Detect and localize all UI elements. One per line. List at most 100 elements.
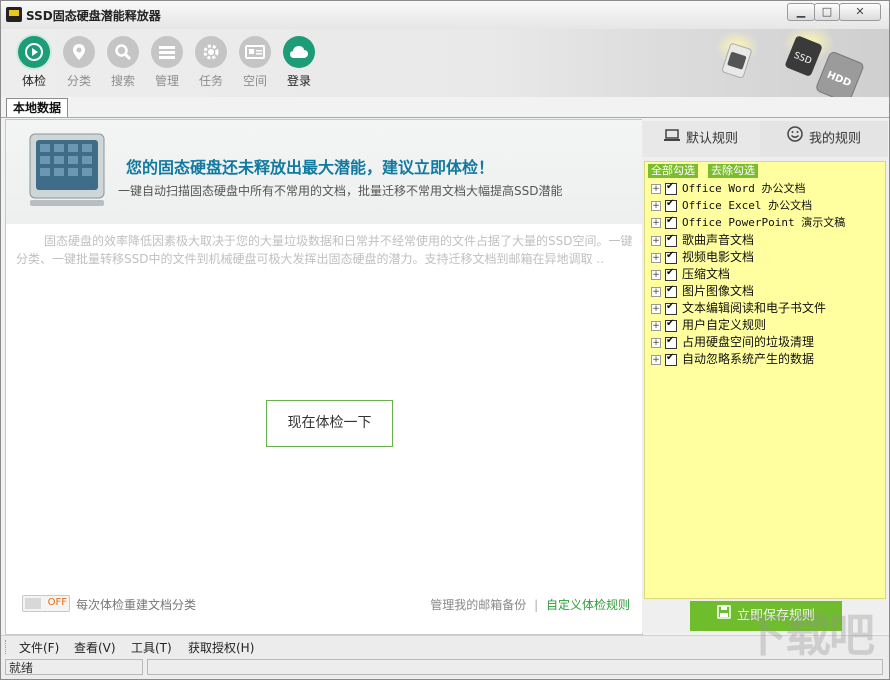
tab-default-label: 默认规则 <box>685 131 738 147</box>
custom-rules-link[interactable]: 自定义体检规则 <box>546 598 630 612</box>
rule-checkbox[interactable] <box>665 284 677 298</box>
rule-item[interactable]: + 自动忽略系统产生的数据 <box>651 350 814 366</box>
status-text: 就绪 <box>5 659 143 675</box>
toolbar-item-space[interactable]: 空间 <box>235 36 275 89</box>
ssd-hdd-header-art: SSD HDD <box>715 29 864 97</box>
rule-item[interactable]: + 占用硬盘空间的垃圾清理 <box>651 333 814 349</box>
toolbar-label: 登录 <box>286 74 311 88</box>
laptop-icon <box>663 121 680 157</box>
run-checkup-button[interactable]: 现在体检一下 <box>266 400 393 447</box>
toggle-label: 每次体检重建文档分类 <box>76 598 197 612</box>
rule-checkbox[interactable] <box>665 233 677 247</box>
rule-checkbox[interactable] <box>665 215 677 229</box>
link-separator: | <box>534 598 539 612</box>
deselect-all-button[interactable]: 去除勾选 <box>708 164 758 178</box>
maximize-button[interactable]: □ <box>814 3 840 21</box>
rule-checkbox[interactable] <box>665 301 677 315</box>
toolbar-label: 体检 <box>21 74 46 88</box>
menubar-grip <box>5 640 8 654</box>
rule-item[interactable]: + Office PowerPoint 演示文稿 <box>651 214 845 230</box>
expand-icon[interactable]: + <box>651 269 661 280</box>
rule-item[interactable]: + 图片图像文档 <box>651 282 754 298</box>
menu-file[interactable]: 文件(F) <box>19 639 59 656</box>
search-icon <box>107 36 139 68</box>
rule-label: Office PowerPoint 演示文稿 <box>682 216 846 229</box>
smiley-icon <box>787 121 803 157</box>
mail-backup-link[interactable]: 管理我的邮箱备份 <box>430 598 526 612</box>
rule-item[interactable]: + 压缩文档 <box>651 265 730 281</box>
rule-label: 图片图像文档 <box>682 284 755 298</box>
rules-panel: 默认规则 我的规则 全部勾选 去除勾选 + Office Word 办公文档 + O… <box>642 119 888 633</box>
rule-label: 视频电影文档 <box>682 250 755 264</box>
rule-checkbox[interactable] <box>665 352 677 366</box>
expand-icon[interactable]: + <box>651 337 661 348</box>
rule-checkbox[interactable] <box>665 181 677 195</box>
gear-icon <box>195 36 227 68</box>
expand-icon[interactable]: + <box>651 183 661 194</box>
toolbar-item-manage[interactable]: 管理 <box>147 36 187 89</box>
tab-divider <box>1 117 889 118</box>
toolbar-item-checkup[interactable]: 体检 <box>14 36 54 89</box>
toolbar-item-tasks[interactable]: 任务 <box>191 36 231 89</box>
rule-label: 占用硬盘空间的垃圾清理 <box>682 335 815 349</box>
rule-label: 自动忽略系统产生的数据 <box>682 352 815 366</box>
app-logo-icon <box>6 7 22 22</box>
cloud-icon <box>283 36 315 68</box>
expand-icon[interactable]: + <box>651 235 661 246</box>
toggle-knob <box>25 598 41 609</box>
menu-license[interactable]: 获取授权(H) <box>188 639 254 656</box>
rules-list: 全部勾选 去除勾选 + Office Word 办公文档 + Office Exce… <box>644 161 886 599</box>
expand-icon[interactable]: + <box>651 286 661 297</box>
banner-title: 您的固态硬盘还未释放出最大潜能，建议立即体检！ <box>126 158 495 177</box>
select-all-button[interactable]: 全部勾选 <box>648 164 698 178</box>
toolbar-item-search[interactable]: 搜索 <box>103 36 143 89</box>
expand-icon[interactable]: + <box>651 303 661 314</box>
rule-label: 压缩文档 <box>682 267 731 281</box>
expand-icon[interactable]: + <box>651 354 661 365</box>
rule-label: Office Excel 办公文档 <box>682 199 813 212</box>
menu-tools[interactable]: 工具(T) <box>131 639 172 656</box>
tab-default-rules[interactable]: 默认规则 <box>642 121 760 157</box>
main-toolbar: 体检 分类 搜索 管理 任务 空间 登录 SSD HDD <box>1 29 889 97</box>
play-icon <box>18 36 50 68</box>
rule-checkbox[interactable] <box>665 198 677 212</box>
expand-icon[interactable]: + <box>651 320 661 331</box>
minimize-button[interactable]: ▁ <box>787 3 815 21</box>
tab-my-rules[interactable]: 我的规则 <box>760 121 888 157</box>
description-text: 固态硬盘的效率降低因素极大取决于您的大量垃圾数据和日常并不经常使用的文件占据了大… <box>16 234 633 266</box>
rule-checkbox[interactable] <box>665 267 677 281</box>
rebuild-classification-toggle[interactable]: OFF <box>22 595 70 612</box>
rule-checkbox[interactable] <box>665 250 677 264</box>
toolbar-label: 管理 <box>154 74 179 88</box>
toggle-state: OFF <box>47 597 67 608</box>
watermark-logo: 下载吧 <box>741 608 875 662</box>
tab-mine-label: 我的规则 <box>808 131 861 147</box>
menu-view[interactable]: 查看(V) <box>74 639 116 656</box>
rule-item[interactable]: + Office Excel 办公文档 <box>651 197 812 213</box>
promo-banner: 您的固态硬盘还未释放出最大潜能，建议立即体检！ 一键自动扫描固态硬盘中所有不常用… <box>6 120 642 224</box>
tab-local-data[interactable]: 本地数据 <box>6 98 69 118</box>
rule-item[interactable]: + 用户自定义规则 <box>651 316 766 332</box>
rule-item[interactable]: + 歌曲声音文档 <box>651 231 754 247</box>
toolbar-label: 空间 <box>242 74 267 88</box>
toolbar-label: 搜索 <box>110 74 135 88</box>
window-title: SSD固态硬盘潜能释放器 <box>26 9 161 23</box>
rule-item[interactable]: + 文本编辑阅读和电子书文件 <box>651 299 826 315</box>
card-icon <box>239 36 271 68</box>
toolbar-item-classify[interactable]: 分类 <box>59 36 99 89</box>
app-window: SSD固态硬盘潜能释放器 ▁ □ ✕ 体检 分类 搜索 管理 任务 空间 登录 … <box>0 0 890 680</box>
rule-item[interactable]: + 视频电影文档 <box>651 248 754 264</box>
ssd-drive-icon <box>29 133 105 206</box>
rule-checkbox[interactable] <box>665 318 677 332</box>
toolbar-label: 分类 <box>66 74 91 88</box>
rule-label: Office Word 办公文档 <box>682 182 806 195</box>
expand-icon[interactable]: + <box>651 252 661 263</box>
floppy-disk-icon <box>717 601 731 631</box>
rule-item[interactable]: + Office Word 办公文档 <box>651 180 805 196</box>
expand-icon[interactable]: + <box>651 200 661 211</box>
expand-icon[interactable]: + <box>651 217 661 228</box>
close-button[interactable]: ✕ <box>839 3 881 21</box>
checkup-panel: 您的固态硬盘还未释放出最大潜能，建议立即体检！ 一键自动扫描固态硬盘中所有不常用… <box>5 119 643 635</box>
toolbar-item-login[interactable]: 登录 <box>279 36 319 89</box>
rule-checkbox[interactable] <box>665 335 677 349</box>
